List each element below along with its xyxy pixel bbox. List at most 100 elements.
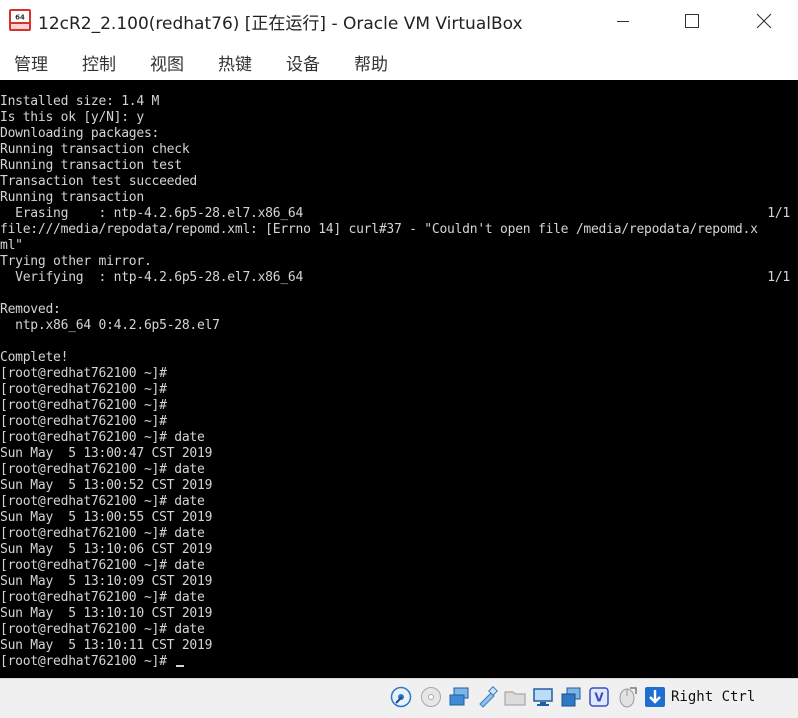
console-line: Transaction test succeeded [0,174,798,190]
console-line: Is this ok [y/N]: y [0,110,798,126]
console-line-text: Running transaction test [0,158,182,173]
console-line: Complete! [0,350,798,366]
status-bar: V Right Ctrl [0,678,798,718]
menu-manage[interactable]: 管理 [14,50,48,75]
console-line: ntp.x86_64 0:4.2.6p5-28.el7 [0,318,798,334]
console-line: Removed: [0,302,798,318]
erasing-progress: 1/1 [767,206,790,221]
console-line-text: [root@redhat762100 ~]# [0,414,167,429]
console-line: ml" [0,238,798,254]
console-line-text: Sun May 5 13:10:09 CST 2019 [0,574,213,589]
keyboard-capture-icon[interactable] [644,686,666,708]
console-line-text: [root@redhat762100 ~]# [0,654,175,669]
network-icon[interactable] [448,686,470,708]
verifying-progress: 1/1 [767,270,790,285]
console-line: Installed size: 1.4 M [0,94,798,110]
close-icon [756,13,772,29]
menu-view[interactable]: 视图 [150,50,184,75]
virtualbox-app-icon: 64 [9,9,31,31]
console-line: Running transaction test [0,158,798,174]
minimize-button[interactable] [600,0,646,42]
recording-icon[interactable] [560,686,582,708]
console-line: Sun May 5 13:00:55 CST 2019 [0,510,798,526]
console-line-text: [root@redhat762100 ~]# date [0,494,205,509]
svg-text:V: V [594,691,604,705]
console-line: Erasing : ntp-4.2.6p5-28.el7.x86_64 1/1 [0,206,798,222]
console-line-text: ml" [0,238,23,253]
console-line-text: Running transaction [0,190,144,205]
console-line-text: [root@redhat762100 ~]# [0,398,167,413]
console-line-text: Sun May 5 13:10:06 CST 2019 [0,542,213,557]
console-line: Trying other mirror. [0,254,798,270]
console-line-text: [root@redhat762100 ~]# date [0,430,205,445]
console-line-text: file:///media/repodata/repomd.xml: [Errn… [0,222,758,237]
host-key-label: Right Ctrl [671,689,756,705]
console-line-text: Erasing : ntp-4.2.6p5-28.el7.x86_64 [0,206,304,221]
hard-disk-icon[interactable] [390,686,412,708]
console-line: [root@redhat762100 ~]# date [0,558,798,574]
close-button[interactable] [741,0,787,42]
optical-drive-icon[interactable] [420,686,442,708]
menu-help[interactable]: 帮助 [354,50,388,75]
virtualization-icon[interactable]: V [588,686,610,708]
console-line: [root@redhat762100 ~]# date [0,526,798,542]
console-line: [root@redhat762100 ~]# date [0,430,798,446]
console-line: Sun May 5 13:00:52 CST 2019 [0,478,798,494]
console-line-text: Sun May 5 13:00:47 CST 2019 [0,446,213,461]
console-line: [root@redhat762100 ~]# [0,382,798,398]
console-line: Sun May 5 13:10:11 CST 2019 [0,638,798,654]
console-line-text: Removed: [0,302,61,317]
usb-icon[interactable] [476,686,498,708]
console-line: [root@redhat762100 ~]# date [0,590,798,606]
mouse-integration-icon[interactable] [616,686,638,708]
console-output: Installed size: 1.4 M Is this ok [y/N]: y… [0,94,798,670]
console-line-text: Is this ok [y/N]: y [0,110,144,125]
console-line-text: Transaction test succeeded [0,174,197,189]
terminal-cursor [176,665,185,667]
svg-text:64: 64 [15,14,25,22]
console-line-text: Sun May 5 13:00:52 CST 2019 [0,478,213,493]
maximize-icon [685,14,699,28]
console-line: Running transaction [0,190,798,206]
console-line-text: [root@redhat762100 ~]# [0,366,167,381]
console-line-text: [root@redhat762100 ~]# date [0,462,205,477]
console-line-text: [root@redhat762100 ~]# date [0,526,205,541]
console-line-text: Downloading packages: [0,126,160,141]
console-line-text: Installed size: 1.4 M [0,94,160,109]
console-line: [root@redhat762100 ~]# [0,398,798,414]
vm-console-screen[interactable]: Installed size: 1.4 M Is this ok [y/N]: y… [0,80,798,678]
menu-bar: 管理 控制 视图 热键 设备 帮助 [0,42,798,79]
console-line: [root@redhat762100 ~]# date [0,494,798,510]
title-bar[interactable]: 64 12cR2_2.100(redhat76) [正在运行] - Oracle… [0,0,798,42]
console-line: [root@redhat762100 ~]# [0,414,798,430]
console-line: [root@redhat762100 ~]# date [0,622,798,638]
window-title: 12cR2_2.100(redhat76) [正在运行] - Oracle VM… [38,14,523,34]
console-line-text: [root@redhat762100 ~]# date [0,622,205,637]
console-line: Sun May 5 13:10:09 CST 2019 [0,574,798,590]
console-line: Verifying : ntp-4.2.6p5-28.el7.x86_64 1/1 [0,270,798,286]
console-line: Sun May 5 13:10:10 CST 2019 [0,606,798,622]
console-line-text: Sun May 5 13:00:55 CST 2019 [0,510,213,525]
shared-folders-icon[interactable] [504,686,526,708]
console-line-text: [root@redhat762100 ~]# date [0,590,205,605]
console-line: Sun May 5 13:10:06 CST 2019 [0,542,798,558]
console-line: Running transaction check [0,142,798,158]
console-line-text: [root@redhat762100 ~]# date [0,558,205,573]
console-line-text: Complete! [0,350,69,365]
console-line: [root@redhat762100 ~]# [0,654,798,670]
menu-hotkey[interactable]: 热键 [218,50,252,75]
menu-devices[interactable]: 设备 [286,50,320,75]
console-line: Downloading packages: [0,126,798,142]
console-line-text: Sun May 5 13:10:11 CST 2019 [0,638,213,653]
console-line: Sun May 5 13:00:47 CST 2019 [0,446,798,462]
menu-control[interactable]: 控制 [82,50,116,75]
maximize-button[interactable] [669,0,715,42]
console-line: [root@redhat762100 ~]# date [0,462,798,478]
console-line: [root@redhat762100 ~]# [0,366,798,382]
display-icon[interactable] [532,686,554,708]
console-line-text: Running transaction check [0,142,190,157]
console-line-text: Verifying : ntp-4.2.6p5-28.el7.x86_64 [0,270,304,285]
console-line-text: Sun May 5 13:10:10 CST 2019 [0,606,213,621]
